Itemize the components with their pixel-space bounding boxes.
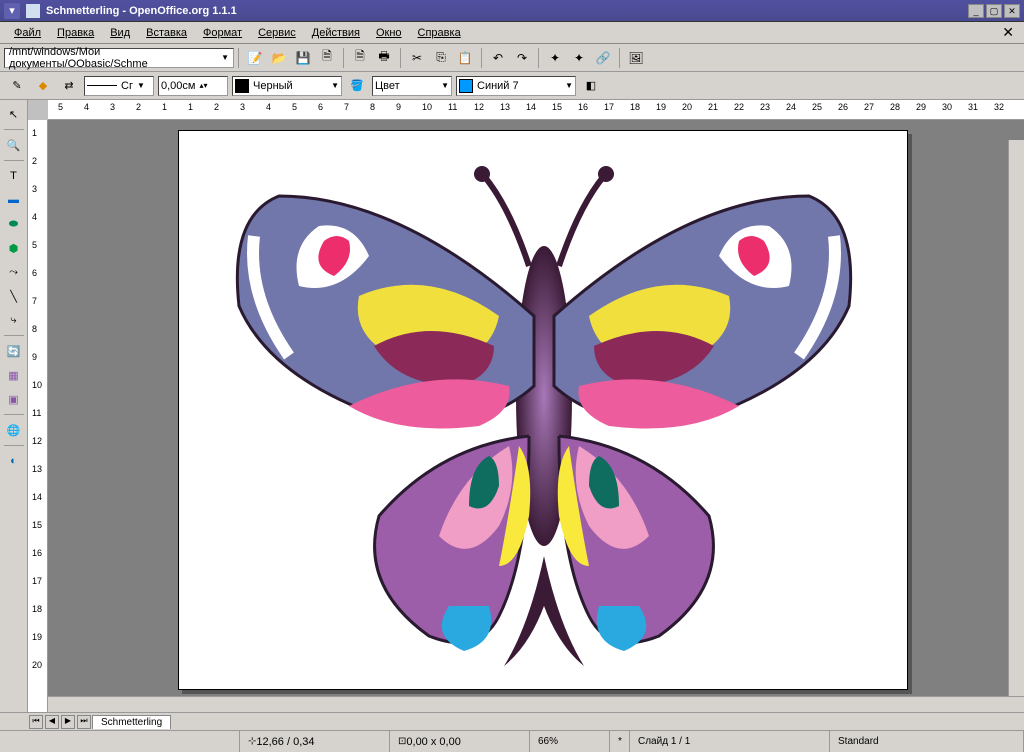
arrow-icon[interactable]: ✎ — [6, 75, 28, 97]
url-field[interactable]: /mnt/windows/Мои документы/OObasic/Schme… — [4, 48, 234, 68]
page[interactable] — [178, 130, 908, 690]
close-document-button[interactable]: ✕ — [998, 24, 1018, 41]
export-icon[interactable]: 🗎 — [316, 47, 338, 69]
line-width-combo[interactable]: 0,00см ▴▾ — [158, 76, 228, 96]
blue-swatch — [459, 79, 473, 93]
print-preview-icon[interactable]: 🗎 — [349, 47, 371, 69]
next-tab-icon[interactable]: ▶ — [61, 715, 75, 729]
rect-tool-icon[interactable]: ▬ — [3, 189, 25, 211]
vertical-ruler[interactable]: 1234567891011121314151617181920 — [28, 120, 48, 712]
black-swatch — [235, 79, 249, 93]
butterfly-drawing[interactable] — [199, 136, 889, 686]
hyperlink-icon[interactable]: 🔗 — [592, 47, 614, 69]
dropdown-icon[interactable]: ▼ — [565, 81, 573, 90]
status-slide: Слайд 1 / 1 — [630, 731, 830, 752]
status-mode: Standard — [830, 731, 1024, 752]
text-tool-icon[interactable]: T — [3, 165, 25, 187]
system-menu-icon[interactable]: ▾ — [4, 3, 20, 19]
menu-insert[interactable]: Вставка — [138, 25, 195, 41]
first-tab-icon[interactable]: ⏮ — [29, 715, 43, 729]
insert-tool-icon[interactable]: 🌐 — [3, 419, 25, 441]
line-color-combo[interactable]: Черный ▼ — [232, 76, 342, 96]
line-tool-icon[interactable]: ╲ — [3, 285, 25, 307]
print-icon[interactable]: 🖶 — [373, 47, 395, 69]
connector-tool-icon[interactable]: ⤷ — [3, 309, 25, 331]
vertical-scrollbar[interactable] — [1008, 140, 1024, 696]
tab-schmetterling[interactable]: Schmetterling — [92, 715, 171, 729]
stylist-icon[interactable]: ✦ — [568, 47, 590, 69]
rotate-tool-icon[interactable]: 🔄 — [3, 340, 25, 362]
menu-service[interactable]: Сервис — [250, 25, 304, 41]
menu-edit[interactable]: Правка — [49, 25, 102, 41]
save-icon[interactable]: 💾 — [292, 47, 314, 69]
paste-icon[interactable]: 📋 — [454, 47, 476, 69]
gallery-icon[interactable]: 🖼 — [625, 47, 647, 69]
fill-icon[interactable]: 🪣 — [346, 75, 368, 97]
line-style-combo[interactable]: Сг ▼ — [84, 76, 154, 96]
close-button[interactable]: ✕ — [1004, 4, 1020, 18]
minimize-button[interactable]: _ — [968, 4, 984, 18]
menu-bar: Файл Правка Вид Вставка Формат Сервис Де… — [0, 22, 1024, 44]
document-icon — [26, 4, 40, 18]
workspace: ↖ 🔍 T ▬ ⬬ ⬢ ⤳ ╲ ⤷ 🔄 ▦ ▣ 🌐 ◐ 543211234567… — [0, 100, 1024, 712]
effects-tool-icon[interactable]: ◐ — [3, 450, 25, 472]
copy-icon[interactable]: ⎘ — [430, 47, 452, 69]
spinner-icon[interactable]: ▴▾ — [199, 81, 207, 90]
line-end-icon[interactable]: ◆ — [32, 75, 54, 97]
edit-file-icon[interactable]: 📝 — [244, 47, 266, 69]
arrange-tool-icon[interactable]: ▣ — [3, 388, 25, 410]
prev-tab-icon[interactable]: ◀ — [45, 715, 59, 729]
document-area: 5432112345678910111213141516171819202122… — [28, 100, 1024, 712]
menu-format[interactable]: Формат — [195, 25, 250, 41]
redo-icon[interactable]: ↷ — [511, 47, 533, 69]
canvas[interactable] — [48, 120, 1024, 712]
menu-actions[interactable]: Действия — [304, 25, 368, 41]
open-icon[interactable]: 📂 — [268, 47, 290, 69]
maximize-button[interactable]: ▢ — [986, 4, 1002, 18]
align-tool-icon[interactable]: ▦ — [3, 364, 25, 386]
url-text: /mnt/windows/Мои документы/OObasic/Schme — [9, 46, 221, 70]
select-tool-icon[interactable]: ↖ — [3, 103, 25, 125]
navigator-icon[interactable]: ✦ — [544, 47, 566, 69]
window-titlebar: ▾ Schmetterling - OpenOffice.org 1.1.1 _… — [0, 0, 1024, 22]
shadow-icon[interactable]: ◧ — [580, 75, 602, 97]
status-bar: ⊹ 12,66 / 0,34 ⊡ 0,00 x 0,00 66% * Слайд… — [0, 730, 1024, 752]
zoom-tool-icon[interactable]: 🔍 — [3, 134, 25, 156]
dropdown-icon[interactable]: ▼ — [137, 81, 145, 90]
window-title: Schmetterling - OpenOffice.org 1.1.1 — [46, 5, 237, 17]
tab-bar: ⏮ ◀ ▶ ⏭ Schmetterling — [0, 712, 1024, 730]
ellipse-tool-icon[interactable]: ⬬ — [3, 213, 25, 235]
horizontal-scrollbar[interactable] — [48, 696, 1024, 712]
last-tab-icon[interactable]: ⏭ — [77, 715, 91, 729]
status-position: ⊹ 12,66 / 0,34 — [240, 731, 390, 752]
line-style-icon[interactable]: ⇄ — [58, 75, 80, 97]
menu-view[interactable]: Вид — [102, 25, 138, 41]
dropdown-icon[interactable]: ▼ — [441, 81, 449, 90]
curve-tool-icon[interactable]: ⤳ — [3, 261, 25, 283]
cut-icon[interactable]: ✂ — [406, 47, 428, 69]
drawing-toolbar: ↖ 🔍 T ▬ ⬬ ⬢ ⤳ ╲ ⤷ 🔄 ▦ ▣ 🌐 ◐ — [0, 100, 28, 712]
status-modified: * — [610, 731, 630, 752]
status-size: ⊡ 0,00 x 0,00 — [390, 731, 530, 752]
horizontal-ruler[interactable]: 5432112345678910111213141516171819202122… — [48, 100, 1024, 120]
fill-color-combo[interactable]: Синий 7 ▼ — [456, 76, 576, 96]
dropdown-icon[interactable]: ▼ — [221, 53, 229, 62]
menu-window[interactable]: Окно — [368, 25, 410, 41]
main-toolbar: /mnt/windows/Мои документы/OObasic/Schme… — [0, 44, 1024, 72]
status-zoom[interactable]: 66% — [530, 731, 610, 752]
dropdown-icon[interactable]: ▼ — [331, 81, 339, 90]
undo-icon[interactable]: ↶ — [487, 47, 509, 69]
object-toolbar: ✎ ◆ ⇄ Сг ▼ 0,00см ▴▾ Черный ▼ 🪣 Цвет ▼ С… — [0, 72, 1024, 100]
fill-type-combo[interactable]: Цвет ▼ — [372, 76, 452, 96]
3d-tool-icon[interactable]: ⬢ — [3, 237, 25, 259]
menu-help[interactable]: Справка — [410, 25, 469, 41]
menu-file[interactable]: Файл — [6, 25, 49, 41]
